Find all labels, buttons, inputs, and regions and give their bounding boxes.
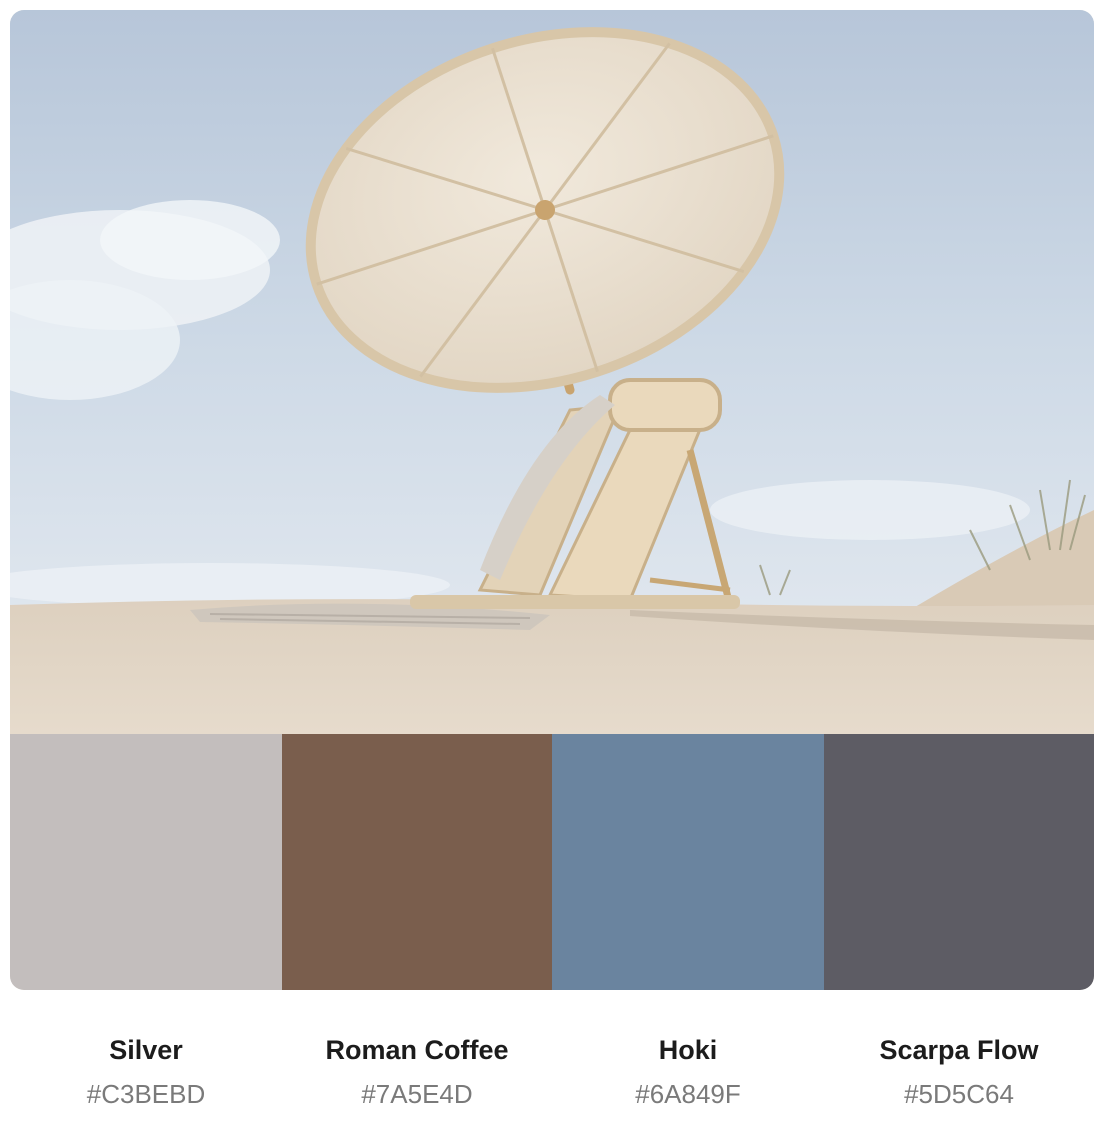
- color-name: Silver: [109, 1035, 183, 1065]
- swatch-hoki[interactable]: [552, 734, 824, 990]
- beach-photo: [10, 10, 1094, 734]
- color-labels: Silver #C3BEBD Roman Coffee #7A5E4D Hoki…: [10, 1030, 1094, 1114]
- color-label-hoki: Hoki #6A849F: [552, 1030, 824, 1114]
- color-hex[interactable]: #7A5E4D: [282, 1074, 552, 1114]
- color-name: Roman Coffee: [325, 1035, 509, 1065]
- color-name: Hoki: [658, 1035, 718, 1065]
- color-swatches: [10, 734, 1094, 990]
- color-hex[interactable]: #6A849F: [552, 1074, 824, 1114]
- palette-card: [10, 10, 1094, 990]
- beach-umbrella-illustration: [10, 10, 1094, 734]
- color-label-scarpa-flow: Scarpa Flow #5D5C64: [824, 1030, 1094, 1114]
- color-hex[interactable]: #C3BEBD: [10, 1074, 282, 1114]
- swatch-scarpa-flow[interactable]: [824, 734, 1094, 990]
- swatch-roman-coffee[interactable]: [282, 734, 552, 990]
- color-hex[interactable]: #5D5C64: [824, 1074, 1094, 1114]
- color-name: Scarpa Flow: [879, 1035, 1039, 1065]
- color-label-silver: Silver #C3BEBD: [10, 1030, 282, 1114]
- swatch-silver[interactable]: [10, 734, 282, 990]
- color-label-roman-coffee: Roman Coffee #7A5E4D: [282, 1030, 552, 1114]
